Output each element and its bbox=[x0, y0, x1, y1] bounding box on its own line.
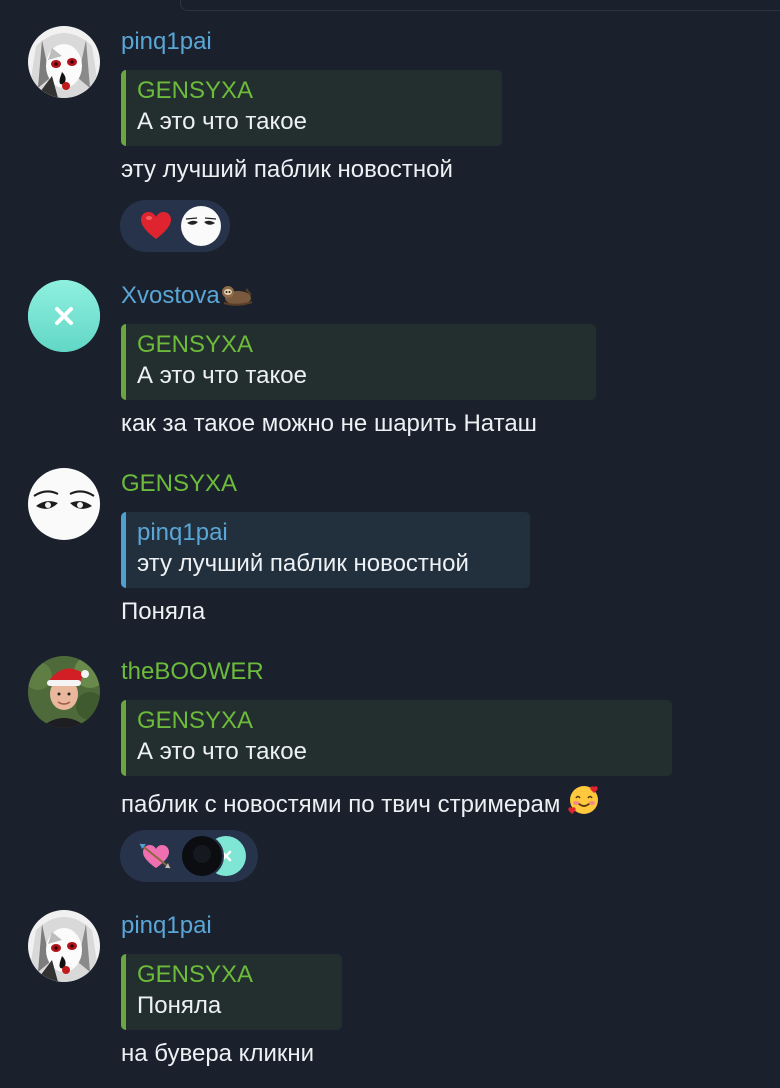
eyes-face-avatar-icon bbox=[28, 468, 100, 540]
author-name[interactable]: pinq1pai bbox=[121, 912, 212, 940]
quote-author: GENSYXA bbox=[137, 707, 254, 734]
reactions-bar[interactable] bbox=[120, 200, 230, 252]
avatar[interactable] bbox=[28, 26, 100, 98]
message-text: Поняла bbox=[121, 598, 206, 625]
author-name-text[interactable]: Xvostova bbox=[121, 282, 220, 309]
message-text: паблик с новостями по твич стримерам bbox=[121, 784, 600, 821]
author-name[interactable]: pinq1pai bbox=[121, 28, 212, 56]
avatar[interactable] bbox=[28, 656, 100, 728]
message: theBOOWER GENSYXA А это что такое паблик… bbox=[0, 656, 780, 886]
author-name[interactable]: theBOOWER bbox=[121, 658, 264, 686]
message: pinq1pai GENSYXA Поняла на бувера кликни bbox=[0, 910, 780, 1080]
quote-text: эту лучший паблик новостной bbox=[137, 550, 469, 577]
heart-emoji-icon bbox=[141, 212, 171, 239]
reactions-bar[interactable] bbox=[120, 830, 258, 882]
quote-text: Поняла bbox=[137, 992, 222, 1019]
avatar[interactable] bbox=[28, 280, 100, 352]
message: GENSYXA pinq1pai эту лучший паблик новос… bbox=[0, 468, 780, 628]
smiling-face-with-hearts-icon bbox=[568, 786, 599, 814]
reply-quote[interactable]: GENSYXA А это что такое bbox=[121, 700, 672, 776]
reply-quote[interactable]: pinq1pai эту лучший паблик новостной bbox=[121, 512, 530, 588]
letter-x-avatar-icon bbox=[28, 280, 100, 352]
sloth-emoji-icon bbox=[221, 286, 253, 306]
anime-girl-avatar-icon bbox=[28, 26, 100, 98]
santa-hat-photo-avatar-icon bbox=[28, 656, 100, 728]
heart-with-arrow-emoji-icon bbox=[139, 843, 171, 869]
dark-avatar-icon[interactable] bbox=[180, 834, 224, 878]
message-text: как за такое можно не шарить Наташ bbox=[121, 410, 537, 437]
eyes-face-avatar-icon[interactable] bbox=[181, 206, 221, 246]
header-divider bbox=[180, 0, 780, 11]
avatar[interactable] bbox=[28, 910, 100, 982]
message: pinq1pai GENSYXA А это что такое эту луч… bbox=[0, 26, 780, 256]
message-text: на бувера кликни bbox=[121, 1040, 315, 1067]
anime-girl-avatar-icon bbox=[28, 910, 100, 982]
quote-text: А это что такое bbox=[137, 362, 307, 389]
author-name[interactable]: GENSYXA bbox=[121, 470, 237, 498]
quote-author: pinq1pai bbox=[137, 519, 228, 546]
message: Xvostova GENSYXA А это что такое как за … bbox=[0, 280, 780, 440]
quote-text: А это что такое bbox=[137, 108, 307, 135]
avatar[interactable] bbox=[28, 468, 100, 540]
quote-author: GENSYXA bbox=[137, 331, 254, 358]
message-text-content: паблик с новостями по твич стримерам bbox=[121, 791, 561, 818]
author-name[interactable]: Xvostova bbox=[121, 282, 254, 310]
reply-quote[interactable]: GENSYXA А это что такое bbox=[121, 324, 596, 400]
reply-quote[interactable]: GENSYXA А это что такое bbox=[121, 70, 502, 146]
message-text: эту лучший паблик новостной bbox=[121, 156, 453, 183]
quote-text: А это что такое bbox=[137, 738, 307, 765]
quote-author: GENSYXA bbox=[137, 77, 254, 104]
reply-quote[interactable]: GENSYXA Поняла bbox=[121, 954, 342, 1030]
quote-author: GENSYXA bbox=[137, 961, 254, 988]
